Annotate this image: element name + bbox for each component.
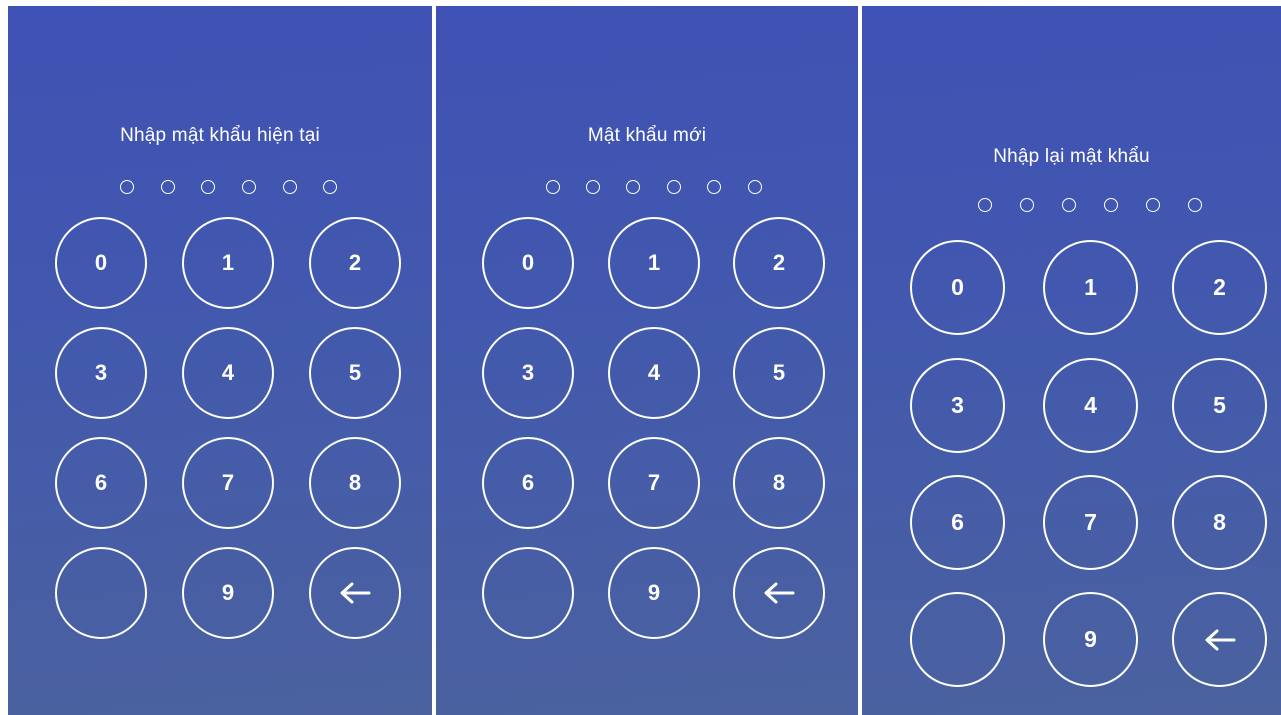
screen-title: Nhập mật khẩu hiện tại [120,125,320,146]
key-7[interactable]: 7 [1043,475,1138,570]
screen-title: Mật khẩu mới [587,125,707,146]
key-blank[interactable] [55,547,147,639]
key-7[interactable]: 7 [182,437,274,529]
key-2[interactable]: 2 [309,217,401,309]
screen-new-password: Mật khẩu mới 0 1 2 3 4 5 6 7 8 9 [436,6,858,715]
key-5[interactable]: 5 [309,327,401,419]
pin-indicator [8,180,432,198]
key-2[interactable]: 2 [733,217,825,309]
key-2[interactable]: 2 [1172,240,1267,335]
pin-dot [626,180,640,194]
pin-dot [283,180,297,194]
key-1[interactable]: 1 [1043,240,1138,335]
key-5[interactable]: 5 [733,327,825,419]
backspace-button[interactable] [1172,592,1267,687]
pin-dot [546,180,560,194]
key-0[interactable]: 0 [55,217,147,309]
key-0[interactable]: 0 [482,217,574,309]
key-8[interactable]: 8 [309,437,401,529]
pin-dot [1104,198,1118,212]
pin-dot [586,180,600,194]
key-5[interactable]: 5 [1172,358,1267,453]
key-7[interactable]: 7 [608,437,700,529]
pin-dot [1020,198,1034,212]
key-3[interactable]: 3 [910,358,1005,453]
key-8[interactable]: 8 [733,437,825,529]
pin-dot [201,180,215,194]
key-9[interactable]: 9 [182,547,274,639]
key-4[interactable]: 4 [1043,358,1138,453]
pin-dot [978,198,992,212]
key-8[interactable]: 8 [1172,475,1267,570]
pin-dot [707,180,721,194]
key-blank[interactable] [482,547,574,639]
arrow-left-icon [1205,629,1235,650]
pin-indicator [862,198,1281,216]
backspace-button[interactable] [733,547,825,639]
pin-dot [1146,198,1160,212]
screen-title: Nhập lại mật khẩu [993,146,1150,167]
arrow-left-icon [340,582,371,604]
key-3[interactable]: 3 [482,327,574,419]
key-blank[interactable] [910,592,1005,687]
key-6[interactable]: 6 [55,437,147,529]
pin-dot [120,180,134,194]
key-4[interactable]: 4 [608,327,700,419]
key-1[interactable]: 1 [608,217,700,309]
pin-dot [667,180,681,194]
pin-dot [1062,198,1076,212]
key-3[interactable]: 3 [55,327,147,419]
screen-current-password: Nhập mật khẩu hiện tại 0 1 2 3 4 5 6 7 8… [8,6,432,715]
key-4[interactable]: 4 [182,327,274,419]
key-6[interactable]: 6 [482,437,574,529]
screen-confirm-password: Nhập lại mật khẩu 0 1 2 3 4 5 6 7 8 9 [862,6,1281,715]
key-0[interactable]: 0 [910,240,1005,335]
pin-indicator [436,180,858,198]
pin-dot [242,180,256,194]
key-6[interactable]: 6 [910,475,1005,570]
key-9[interactable]: 9 [1043,592,1138,687]
pin-dot [748,180,762,194]
pin-dot [1188,198,1202,212]
pin-dot [323,180,337,194]
key-1[interactable]: 1 [182,217,274,309]
arrow-left-icon [764,582,795,604]
pin-dot [161,180,175,194]
key-9[interactable]: 9 [608,547,700,639]
backspace-button[interactable] [309,547,401,639]
